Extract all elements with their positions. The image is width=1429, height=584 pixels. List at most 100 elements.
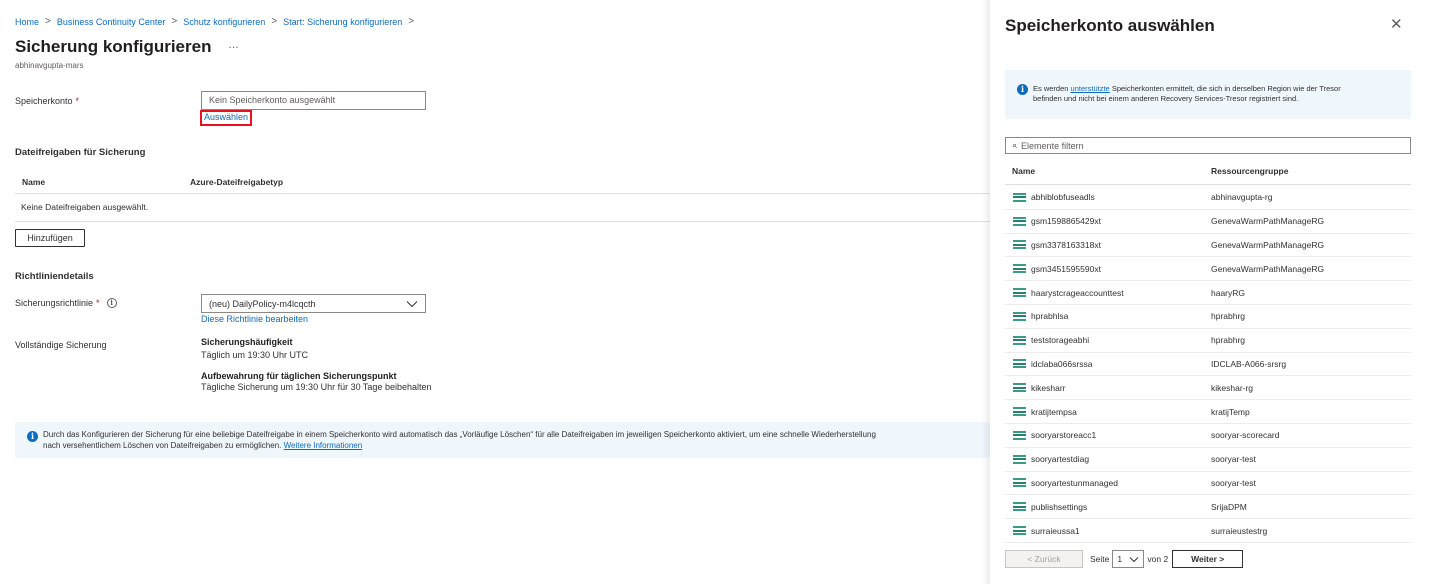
table-row[interactable]: sooryarstoreacc1 sooryar-scorecard	[1005, 424, 1411, 448]
cell-name: hprabhlsa	[1005, 311, 1211, 321]
storage-account-label-text: Speicherkonto	[15, 96, 73, 106]
divider	[1005, 184, 1411, 185]
storage-account-name: kratijtempsa	[1031, 406, 1077, 417]
table-row[interactable]: teststorageabhi hprabhrg	[1005, 329, 1411, 353]
resource-group: haaryRG	[1211, 287, 1246, 298]
resource-group: sooryar-scorecard	[1211, 430, 1280, 441]
storage-account-icon	[1013, 240, 1026, 250]
storage-account-icon	[1013, 407, 1026, 417]
resource-group: GenevaWarmPathManageRG	[1211, 216, 1325, 227]
page-number-dropdown[interactable]: 1	[1112, 550, 1145, 568]
resource-group: surraieustestrg	[1211, 525, 1268, 536]
storage-account-icon	[1013, 216, 1026, 226]
storage-account-icon	[1013, 359, 1026, 369]
storage-account-icon	[1013, 526, 1026, 536]
table-row[interactable]: gsm1598865429xt GenevaWarmPathManageRG	[1005, 210, 1411, 234]
backup-frequency-title: Sicherungshäufigkeit	[201, 337, 293, 347]
required-marker: *	[96, 298, 100, 308]
column-header-resource-group[interactable]: Ressourcengruppe	[1211, 166, 1288, 176]
cell-name: gsm3451595590xt	[1005, 264, 1211, 274]
breadcrumb-item[interactable]: Schutz konfigurieren	[183, 17, 265, 27]
storage-account-name: kikesharr	[1031, 382, 1066, 393]
edit-policy-link[interactable]: Diese Richtlinie bearbeiten	[201, 314, 308, 324]
breadcrumb: Home > Business Continuity Center > Schutz k…	[15, 16, 420, 27]
info-banner-text-line2-text: nach versehentlichem Löschen von Dateifr…	[43, 441, 282, 450]
cell-name: teststorageabhi	[1005, 335, 1211, 345]
cell-name: publishsettings	[1005, 502, 1211, 512]
current-page: 1	[1117, 554, 1123, 564]
cell-name: sooryartestdiag	[1005, 454, 1211, 464]
table-row[interactable]: gsm3451595590xt GenevaWarmPathManageRG	[1005, 257, 1411, 282]
backup-policy-dropdown[interactable]: (neu) DailyPolicy-m4lcqcth	[201, 294, 426, 313]
info-banner-text-line1: Durch das Konfigurieren der Sicherung fü…	[43, 430, 876, 439]
backup-policy-label-text: Sicherungsrichtlinie	[15, 298, 94, 308]
divider	[15, 193, 990, 194]
cell-name: haarystcrageaccounttest	[1005, 288, 1211, 298]
storage-account-icon	[1013, 335, 1026, 345]
add-file-share-button[interactable]: Hinzufügen	[15, 229, 85, 247]
more-options-icon[interactable]: …	[228, 39, 240, 51]
resource-group: IDCLAB-A066-srsrg	[1211, 358, 1287, 369]
storage-account-name: haarystcrageaccounttest	[1031, 287, 1124, 298]
table-row[interactable]: kratijtempsa kratijTemp	[1005, 400, 1411, 424]
filter-placeholder: Elemente filtern	[1021, 140, 1084, 151]
previous-page-button[interactable]: < Zurück	[1005, 550, 1083, 568]
cell-name: surraieussa1	[1005, 526, 1211, 536]
page-title: Sicherung konfigurieren	[15, 37, 212, 56]
storage-account-icon	[1013, 454, 1026, 464]
table-row[interactable]: idclaba066srssa IDCLAB-A066-srsrg	[1005, 353, 1411, 377]
info-icon: i	[1017, 84, 1028, 95]
storage-account-name: gsm3451595590xt	[1031, 263, 1101, 274]
table-row[interactable]: gsm3378163318xt GenevaWarmPathManageRG	[1005, 234, 1411, 258]
page-label: Seite	[1090, 554, 1110, 564]
storage-account-icon	[1013, 502, 1026, 512]
table-row[interactable]: kikesharr kikeshar-rg	[1005, 376, 1411, 401]
storage-account-icon	[1013, 430, 1026, 440]
breadcrumb-item[interactable]: Home	[15, 17, 39, 27]
table-row[interactable]: hprabhlsa hprabhrg	[1005, 305, 1411, 329]
cell-name: sooryarstoreacc1	[1005, 430, 1211, 440]
retention-title: Aufbewahrung für täglichen Sicherungspun…	[201, 371, 397, 381]
info-icon[interactable]: i	[106, 298, 117, 308]
storage-account-name: gsm1598865429xt	[1031, 216, 1101, 227]
backup-policy-label: Sicherungsrichtlinie * i	[15, 298, 117, 308]
next-page-button[interactable]: Weiter >	[1172, 550, 1244, 568]
retention-value: Tägliche Sicherung um 19:30 Uhr für 30 T…	[201, 382, 432, 392]
table-row[interactable]: publishsettings SrijaDPM	[1005, 495, 1411, 520]
panel-info-banner: i Es werden unterstützte Speicherkonten …	[1005, 70, 1411, 119]
table-row[interactable]: abhiblobfuseadls abhinavgupta-rg	[1005, 186, 1411, 210]
cell-name: kratijtempsa	[1005, 407, 1211, 417]
search-icon: ⌕	[1012, 140, 1018, 150]
divider	[15, 221, 990, 222]
file-shares-column-type: Azure-Dateifreigabetyp	[190, 177, 284, 187]
panel-banner-text-after: Speicherkonten ermittelt, die sich in de…	[1109, 84, 1341, 93]
column-header-name[interactable]: Name	[1012, 166, 1035, 176]
breadcrumb-separator-icon: >	[408, 16, 415, 27]
page-of-label: von 2	[1147, 554, 1169, 564]
table-row[interactable]: haarystcrageaccounttest haaryRG	[1005, 281, 1411, 305]
resource-group: GenevaWarmPathManageRG	[1211, 239, 1325, 250]
storage-account-name: sooryarstoreacc1	[1031, 430, 1097, 441]
breadcrumb-separator-icon: >	[171, 16, 178, 27]
breadcrumb-item[interactable]: Start: Sicherung konfigurieren	[283, 17, 402, 27]
resource-group: abhinavgupta-rg	[1211, 192, 1273, 203]
learn-more-link[interactable]: Weitere Informationen	[284, 441, 363, 450]
storage-account-icon	[1013, 478, 1026, 488]
cell-name: gsm1598865429xt	[1005, 216, 1211, 226]
filter-input[interactable]: ⌕ Elemente filtern	[1005, 137, 1411, 154]
table-row[interactable]: sooryartestunmanaged sooryar-test	[1005, 472, 1411, 496]
table-row[interactable]: sooryartestdiag sooryar-test	[1005, 448, 1411, 472]
storage-account-field[interactable]: Kein Speicherkonto ausgewählt	[201, 91, 426, 110]
file-shares-empty-text: Keine Dateifreigaben ausgewählt.	[21, 202, 149, 212]
panel-banner-text-before: Es werden	[1033, 84, 1071, 93]
file-shares-section-title: Dateifreigaben für Sicherung	[15, 147, 146, 158]
storage-account-icon	[1013, 383, 1026, 393]
select-storage-account-link[interactable]: Auswählen	[200, 110, 253, 126]
storage-account-icon	[1013, 311, 1026, 321]
storage-account-name: gsm3378163318xt	[1031, 239, 1101, 250]
supported-link[interactable]: unterstützte	[1071, 84, 1110, 93]
close-icon[interactable]: ✕	[1390, 17, 1403, 32]
storage-account-label: Speicherkonto *	[15, 96, 79, 106]
breadcrumb-item[interactable]: Business Continuity Center	[57, 17, 166, 27]
table-row[interactable]: surraieussa1 surraieustestrg	[1005, 519, 1411, 543]
